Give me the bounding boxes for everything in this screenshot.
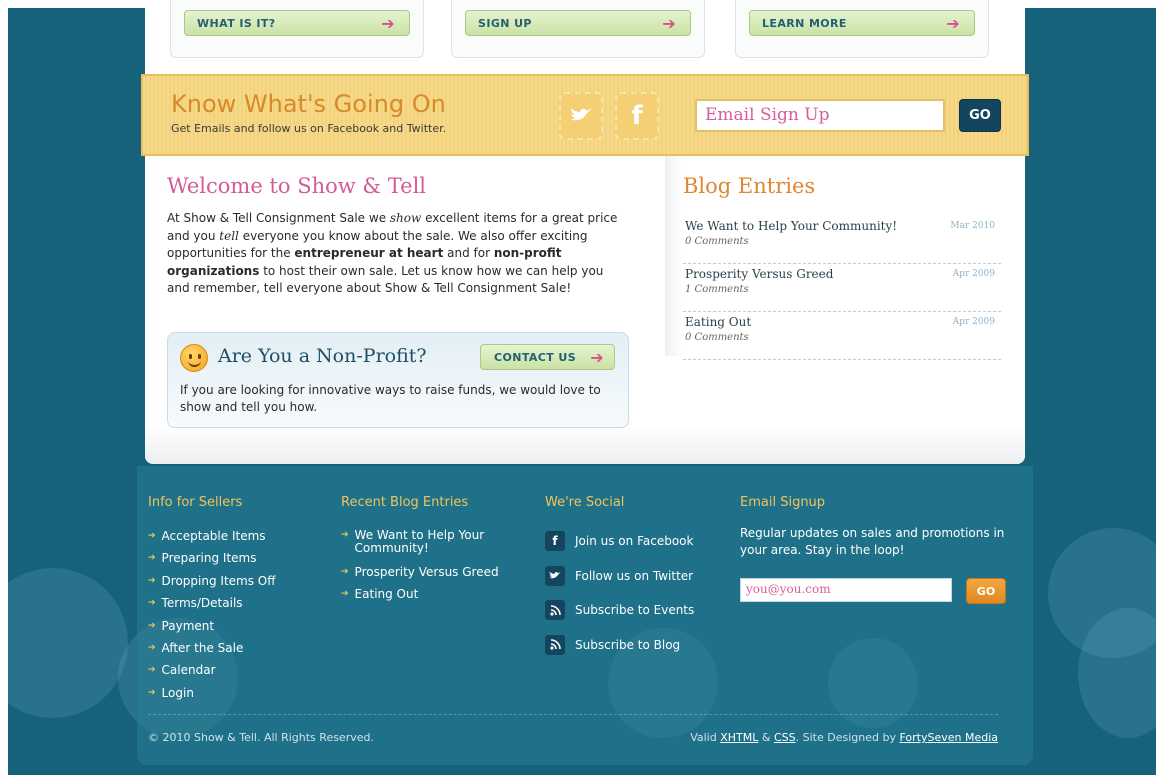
banner-subtitle: Get Emails and follow us on Facebook and…: [171, 122, 447, 135]
rss-icon: [545, 600, 565, 621]
social-heading: We're Social: [545, 495, 625, 510]
bullet-arrow-icon: ➔: [341, 530, 349, 540]
footer-email-input[interactable]: you@you.com: [740, 578, 952, 602]
social-links: f Join us on Facebook Follow us on Twitt…: [545, 524, 694, 662]
bullet-arrow-icon: ➔: [148, 687, 156, 698]
arrow-right-icon: ➔: [946, 13, 960, 33]
main-content: Welcome to Show & Tell At Show & Tell Co…: [145, 156, 1025, 464]
nonprofit-title: Are You a Non-Profit?: [218, 345, 427, 367]
blog-list: We Want to Help Your Community! 0 Commen…: [683, 216, 1001, 360]
email-signup-heading: Email Signup: [740, 495, 826, 510]
content-bottom-strip: [145, 426, 1025, 464]
nonprofit-box: Are You a Non-Profit? CONTACT US ➔ If yo…: [167, 332, 629, 428]
smiley-icon: [180, 344, 208, 372]
bullet-arrow-icon: ➔: [148, 531, 156, 541]
social-link-facebook[interactable]: f Join us on Facebook: [545, 524, 694, 559]
email-signup-input[interactable]: Email Sign Up: [695, 99, 945, 132]
cta-label: SIGN UP: [478, 16, 532, 30]
welcome-title: Welcome to Show & Tell: [167, 174, 427, 198]
footer-link-terms-details[interactable]: ➔ Terms/Details: [148, 592, 276, 614]
bullet-arrow-icon: ➔: [148, 575, 156, 586]
nonprofit-text: If you are looking for innovative ways t…: [180, 383, 601, 414]
sign-up-button[interactable]: SIGN UP ➔: [465, 10, 691, 36]
arrow-right-icon: ➔: [662, 13, 676, 33]
site-credits: Valid XHTML & CSS. Site Designed by Fort…: [690, 731, 998, 744]
footer-link-login[interactable]: ➔ Login: [148, 682, 276, 704]
sellers-heading: Info for Sellers: [148, 495, 243, 510]
social-link-blog-rss[interactable]: Subscribe to Blog: [545, 628, 694, 663]
blog-entry[interactable]: Eating Out 0 Comments Apr 2009: [683, 312, 1001, 360]
facebook-icon[interactable]: f: [615, 92, 659, 140]
blog-entry-comments[interactable]: 1 Comments: [685, 284, 749, 295]
social-link-twitter[interactable]: Follow us on Twitter: [545, 559, 694, 594]
twitter-bird-icon[interactable]: [559, 92, 603, 140]
cta-label: LEARN MORE: [762, 16, 847, 30]
footer-link-payment[interactable]: ➔ Payment: [148, 615, 276, 637]
sellers-links: ➔ Acceptable Items ➔ Preparing Items ➔ Drop…: [148, 525, 276, 704]
blog-entry-title[interactable]: Eating Out: [685, 315, 751, 329]
contact-us-button[interactable]: CONTACT US ➔: [480, 344, 615, 370]
blog-entry-title[interactable]: Prosperity Versus Greed: [685, 267, 833, 281]
facebook-icon: f: [545, 531, 565, 552]
footer-blog-link[interactable]: ➔ Prosperity Versus Greed: [341, 561, 501, 583]
learn-more-button[interactable]: LEARN MORE ➔: [749, 10, 975, 36]
footer-link-dropping-items-off[interactable]: ➔ Dropping Items Off: [148, 570, 276, 592]
cta-card: WHAT IS IT? ➔: [170, 0, 424, 58]
bullet-arrow-icon: ➔: [341, 589, 349, 600]
blog-entry-date: Apr 2009: [952, 269, 995, 279]
cta-area: WHAT IS IT? ➔ SIGN UP ➔ LEARN MORE ➔: [145, 0, 1025, 75]
blog-entry[interactable]: We Want to Help Your Community! 0 Commen…: [683, 216, 1001, 264]
footer-email-go-button[interactable]: GO: [966, 578, 1006, 604]
page-container: WHAT IS IT? ➔ SIGN UP ➔ LEARN MORE ➔ Kno…: [137, 0, 1033, 765]
recent-blog-heading: Recent Blog Entries: [341, 495, 469, 510]
email-signup-description: Regular updates on sales and promotions …: [740, 526, 1005, 557]
what-is-it-button[interactable]: WHAT IS IT? ➔: [184, 10, 410, 36]
blog-title: Blog Entries: [683, 174, 816, 198]
footer-blog-link[interactable]: ➔ We Want to Help Your Community!: [341, 529, 501, 555]
rss-icon: [545, 634, 565, 655]
twitter-bird-icon: [545, 565, 565, 586]
blog-entry-date: Apr 2009: [952, 317, 995, 327]
footer-divider: [148, 714, 998, 715]
footer-link-acceptable-items[interactable]: ➔ Acceptable Items: [148, 525, 276, 547]
blog-entry[interactable]: Prosperity Versus Greed 1 Comments Apr 2…: [683, 264, 1001, 312]
newsletter-banner: Know What's Going On Get Emails and foll…: [141, 74, 1029, 156]
bullet-arrow-icon: ➔: [148, 553, 156, 564]
cta-card: LEARN MORE ➔: [735, 0, 989, 58]
footer-link-preparing-items[interactable]: ➔ Preparing Items: [148, 547, 276, 569]
bullet-arrow-icon: ➔: [341, 567, 349, 577]
welcome-paragraph: At Show & Tell Consignment Sale we show …: [167, 211, 618, 295]
recent-blog-links: ➔ We Want to Help Your Community! ➔ Prospe…: [341, 525, 501, 606]
blog-entry-comments[interactable]: 0 Comments: [685, 236, 749, 247]
footer-blog-link[interactable]: ➔ Eating Out: [341, 583, 501, 605]
blog-entry-title[interactable]: We Want to Help Your Community!: [685, 219, 897, 233]
blog-entry-date: Mar 2010: [950, 221, 995, 231]
footer-link-calendar[interactable]: ➔ Calendar: [148, 659, 276, 681]
bullet-arrow-icon: ➔: [148, 598, 156, 609]
footer: Info for Sellers ➔ Acceptable Items ➔ Prep…: [137, 466, 1033, 765]
footer-link-after-the-sale[interactable]: ➔ After the Sale: [148, 637, 276, 659]
xhtml-link[interactable]: XHTML: [720, 731, 758, 744]
bullet-arrow-icon: ➔: [148, 665, 156, 676]
copyright-text: © 2010 Show & Tell. All Rights Reserved.: [148, 731, 374, 744]
social-link-events-rss[interactable]: Subscribe to Events: [545, 593, 694, 628]
cta-card: SIGN UP ➔: [451, 0, 705, 58]
arrow-right-icon: ➔: [590, 347, 604, 367]
designer-link[interactable]: FortySeven Media: [899, 731, 998, 744]
email-signup-go-button[interactable]: GO: [959, 99, 1001, 132]
blog-entry-comments[interactable]: 0 Comments: [685, 332, 749, 343]
contact-us-label: CONTACT US: [494, 350, 577, 364]
bullet-arrow-icon: ➔: [148, 643, 156, 654]
banner-title: Know What's Going On: [171, 90, 446, 118]
bokeh-decoration: [8, 568, 128, 718]
arrow-right-icon: ➔: [381, 13, 395, 33]
cta-label: WHAT IS IT?: [197, 16, 276, 30]
css-link[interactable]: CSS: [774, 731, 796, 744]
bullet-arrow-icon: ➔: [148, 620, 156, 631]
